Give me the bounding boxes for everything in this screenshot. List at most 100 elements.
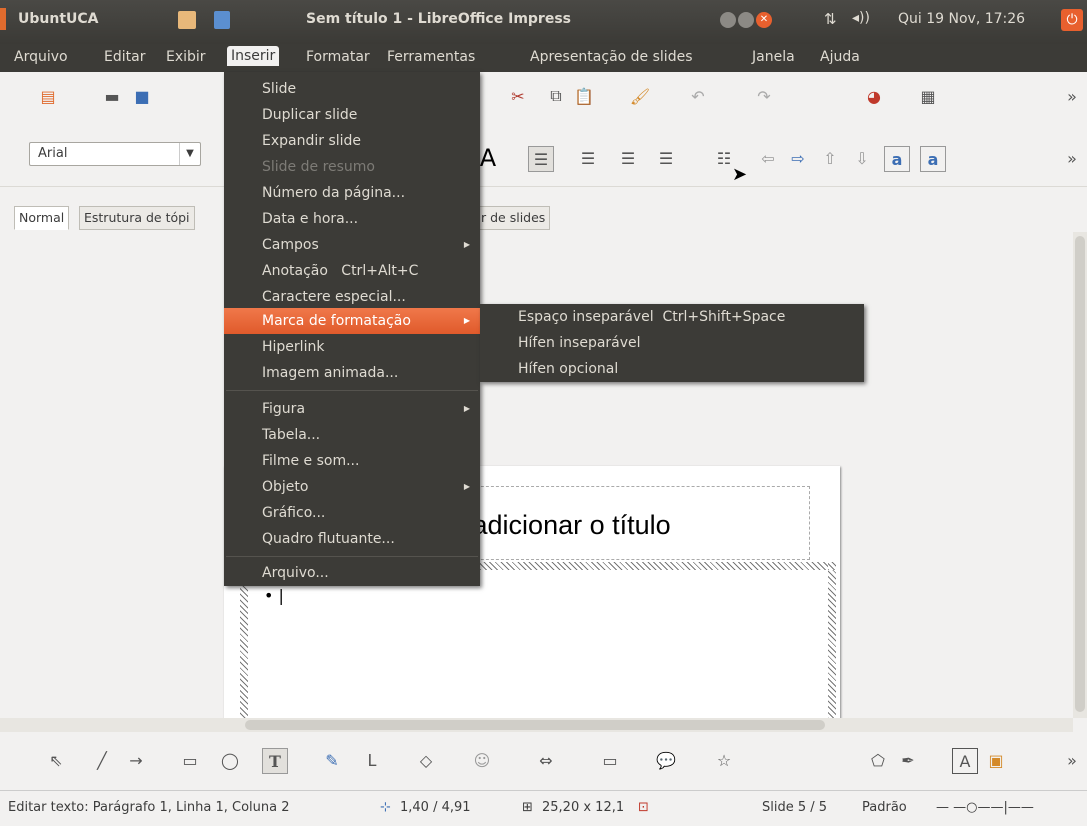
power-icon[interactable]: ⏻ [1061,9,1083,31]
menu-item-shortcut: Ctrl+Alt+C [341,263,419,279]
points-icon[interactable]: ⬠ [866,748,890,772]
align-center-icon[interactable]: ☰ [576,146,600,170]
close-icon[interactable]: ✕ [756,12,772,28]
font-name-select[interactable]: Arial ▼ [29,142,201,166]
toolbar-overflow-icon[interactable]: » [1060,146,1084,170]
menu-item-object[interactable]: Objeto ▶ [224,474,480,500]
ellipse-icon[interactable]: ◯ [218,748,242,772]
menu-item-shortcut: Ctrl+Shift+Space [662,309,786,325]
stars-icon[interactable]: ☆ [712,748,736,772]
menu-item-fields[interactable]: Campos ▶ [224,232,480,258]
menu-janela[interactable]: Janela [752,49,795,65]
menu-item-date-time[interactable]: Data e hora... [224,206,358,232]
vertical-scroll-thumb[interactable] [1075,236,1085,712]
volume-icon[interactable]: ◂)) [852,10,870,26]
menu-exibir[interactable]: Exibir [166,49,206,65]
move-up-icon[interactable]: ⇧ [818,146,842,170]
tab-normal[interactable]: Normal [14,206,70,230]
demote-icon[interactable]: ⇨ [786,146,810,170]
menu-item-slide[interactable]: Slide [224,76,296,102]
menu-item-animated-image[interactable]: Imagem animada... [224,360,398,386]
menu-item-special-character[interactable]: Caractere especial... [224,284,406,310]
align-left-icon[interactable]: ☰ [528,146,554,172]
horizontal-scroll-thumb[interactable] [245,720,825,730]
menu-item-non-breaking-hyphen[interactable]: Hífen inseparável [480,330,641,356]
chevron-down-icon[interactable]: ▼ [179,143,200,165]
tab-outline[interactable]: Estrutura de tópi [79,206,195,230]
symbol-shapes-icon[interactable]: ☺ [470,748,494,772]
menu-item-movie-sound[interactable]: Filme e som... [224,448,359,474]
promote-icon[interactable]: ⇦ [756,146,780,170]
clone-formatting-icon[interactable]: 🖌 [628,84,652,108]
menu-item-label: Imagem animada... [262,365,399,381]
cut-icon[interactable]: ✂ [506,84,530,108]
ubuntu-logo-icon[interactable] [0,8,6,30]
paste-icon[interactable]: 📋 [572,84,596,108]
app-name[interactable]: UbuntUCA [18,11,99,27]
flowchart-icon[interactable]: ▭ [598,748,622,772]
move-down-icon[interactable]: ⇩ [850,146,874,170]
maximize-icon[interactable] [738,12,754,28]
callouts-icon[interactable]: 💬 [654,748,678,772]
subscript-icon[interactable]: a [920,146,946,172]
connector-icon[interactable]: ᒪ [360,748,384,772]
menu-item-non-breaking-space[interactable]: Espaço inseparável Ctrl+Shift+Space [480,304,785,330]
modified-icon[interactable]: ⊡ [638,800,649,815]
save-icon[interactable]: ■ [130,84,154,108]
open-icon[interactable]: ▬ [100,84,124,108]
rectangle-icon[interactable]: ▭ [178,748,202,772]
copy-icon[interactable]: ⧉ [544,84,568,108]
menu-item-formatting-mark[interactable]: Marca de formatação ▶ [224,308,480,334]
horizontal-scrollbar[interactable] [0,718,1073,732]
redo-icon[interactable]: ↷ [752,84,776,108]
network-icon[interactable]: ⇅ [824,10,837,28]
menu-item-hyperlink[interactable]: Hiperlink [224,334,324,360]
menu-formatar[interactable]: Formatar [306,49,370,65]
from-file-icon[interactable]: ▣ [984,748,1008,772]
undo-icon[interactable]: ↶ [686,84,710,108]
menu-item-comment[interactable]: Anotação Ctrl+Alt+C [224,258,418,284]
document-launcher-icon[interactable] [214,11,230,29]
minimize-icon[interactable] [720,12,736,28]
toolbar-overflow-icon[interactable]: » [1060,748,1084,772]
select-arrow-icon[interactable]: ⇖ [44,748,68,772]
block-arrows-icon[interactable]: ⇔ [534,748,558,772]
content-textbox-border[interactable] [240,562,836,738]
slide-title-placeholder[interactable]: a adicionar o título [450,510,671,541]
table-icon[interactable]: ▦ [916,84,940,108]
text-tool-icon[interactable]: T [262,748,288,774]
basic-shapes-icon[interactable]: ◇ [414,748,438,772]
menu-arquivo[interactable]: Arquivo [14,49,68,65]
new-document-icon[interactable]: ▤ [36,84,60,108]
menu-item-image[interactable]: Figura ▶ [224,396,480,422]
menu-item-page-number[interactable]: Número da página... [224,180,405,206]
line-arrow-icon[interactable]: → [124,748,148,772]
zoom-slider[interactable]: — —○——|—— [936,800,1034,815]
vertical-scrollbar[interactable] [1073,232,1087,718]
superscript-icon[interactable]: a [884,146,910,172]
menu-apresentacao[interactable]: Apresentação de slides [530,49,692,65]
menu-item-table[interactable]: Tabela... [224,422,320,448]
line-icon[interactable]: ╱ [90,748,114,772]
menu-ajuda[interactable]: Ajuda [820,49,860,65]
menu-ferramentas[interactable]: Ferramentas [387,49,475,65]
menu-item-duplicate-slide[interactable]: Duplicar slide [224,102,357,128]
glue-points-icon[interactable]: ✒ [896,748,920,772]
menu-item-file[interactable]: Arquivo... [224,560,329,586]
impress-launcher-icon[interactable] [178,11,196,29]
menu-item-expand-slide[interactable]: Expandir slide [224,128,361,154]
fontwork-icon[interactable]: A [952,748,978,774]
menu-inserir[interactable]: Inserir [227,46,280,66]
menu-item-optional-hyphen[interactable]: Hífen opcional [480,356,618,382]
chart-icon[interactable]: ◕ [862,84,886,108]
menu-editar[interactable]: Editar [104,49,145,65]
curve-icon[interactable]: ✎ [320,748,344,772]
tab-slide-sorter[interactable]: r de slides [476,206,551,230]
top-panel: UbuntUCA Sem título 1 - LibreOffice Impr… [0,0,1087,44]
justify-icon[interactable]: ☰ [654,146,678,170]
clock[interactable]: Qui 19 Nov, 17:26 [898,11,1025,27]
toolbar-overflow-icon[interactable]: » [1060,84,1084,108]
menu-item-chart[interactable]: Gráfico... [224,500,325,526]
menu-item-floating-frame[interactable]: Quadro flutuante... [224,526,395,552]
align-right-icon[interactable]: ☰ [616,146,640,170]
